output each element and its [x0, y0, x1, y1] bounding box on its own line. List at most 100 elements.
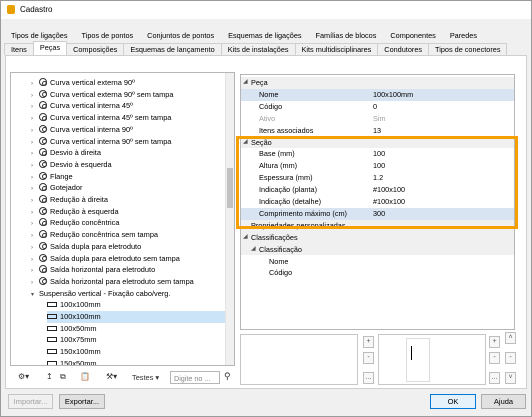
property-row[interactable]: Código	[241, 267, 514, 279]
property-key: Nome	[269, 256, 289, 266]
tree-item-label: Redução concêntrica	[50, 218, 120, 228]
tab-row-bottom: Itens Peças Composições Esquemas de lançame…	[4, 41, 508, 55]
tree-item[interactable]: › Saída horizontal para eletroduto sem ta…	[31, 276, 194, 288]
tree-item[interactable]: › Curva vertical interna 45º sem tampa	[31, 112, 171, 124]
add-button-left[interactable]: +	[363, 336, 374, 348]
tab-top-6[interactable]: Paredes	[443, 29, 484, 41]
section-classificacoes[interactable]: ◢ Classificações	[241, 231, 514, 244]
collapse-arrow-icon[interactable]: ◢	[251, 244, 256, 256]
tree-item[interactable]: › Flange	[31, 171, 73, 183]
scroll-up-button[interactable]: ˄	[505, 332, 516, 344]
property-value[interactable]: Sim	[373, 113, 386, 125]
more-button-right[interactable]: ...	[489, 372, 500, 384]
copy-icon[interactable]: ⧉	[60, 372, 66, 382]
tree-item[interactable]: 150x50mm	[47, 358, 97, 365]
property-value[interactable]: 100x100mm	[373, 89, 413, 101]
minus-button[interactable]: -	[505, 352, 516, 364]
expand-arrow-icon[interactable]: ▾	[31, 290, 39, 302]
tree-toolbar: ⚙▾ ↥ ⧉ 📋 ⚒▾ Testes ▾ Digite no ... ⚲	[10, 371, 238, 385]
tree-item-label: Redução concêntrica sem tampa	[50, 230, 159, 240]
tab-top-4[interactable]: Famílias de blocos	[309, 29, 384, 41]
tree-item[interactable]: › Curva vertical externa 90º	[31, 77, 135, 89]
property-value[interactable]: 13	[373, 125, 381, 137]
add-button-right[interactable]: +	[489, 336, 500, 348]
export-button[interactable]: Exportar...	[59, 394, 105, 409]
tab-bottom-4[interactable]: Kits de instalações	[220, 43, 296, 55]
scroll-down-button[interactable]: ˅	[505, 372, 516, 384]
profile-rect-icon	[47, 325, 57, 331]
tree-item[interactable]: 100x100mm	[47, 299, 101, 311]
tree-item[interactable]: › Redução à esquerda	[31, 206, 119, 218]
tests-dropdown[interactable]: Testes ▾	[132, 373, 159, 382]
tree-item[interactable]: › Desvio à direita	[31, 147, 101, 159]
property-key: Itens associados	[259, 125, 314, 135]
tree-item[interactable]: 100x100mm	[47, 311, 234, 323]
tree-item[interactable]: › Curva vertical interna 90º	[31, 124, 133, 136]
property-row[interactable]: Nome	[241, 256, 514, 268]
help-button[interactable]: Ajuda	[481, 394, 526, 409]
tree-item[interactable]: › Redução à direita	[31, 194, 108, 206]
property-row[interactable]: Ativo Sim	[241, 113, 514, 125]
tree-item-label: 100x50mm	[60, 323, 97, 333]
tab-bottom-3[interactable]: Esquemas de lançamento	[123, 43, 222, 55]
tab-bottom-1[interactable]: Peças	[32, 41, 68, 55]
tree-item[interactable]: 100x75mm	[47, 334, 97, 346]
collapse-arrow-icon[interactable]: ◢	[243, 232, 248, 244]
section-peca[interactable]: ◢ Peça	[241, 77, 514, 89]
property-value[interactable]: 0	[373, 101, 377, 113]
tab-top-2[interactable]: Conjuntos de pontos	[140, 29, 221, 41]
settings-icon[interactable]: ⚙▾	[18, 372, 29, 381]
tree-item[interactable]: › Redução concêntrica sem tampa	[31, 229, 158, 241]
tab-top-3[interactable]: Esquemas de ligações	[221, 29, 308, 41]
collapse-icon[interactable]: ↥	[46, 372, 53, 381]
tree-item[interactable]: ▾ Suspensão vertical - Fixação cabo/verg.	[31, 288, 170, 300]
tab-bottom-0[interactable]: Itens	[4, 43, 34, 55]
tree-item[interactable]: › Saída horizontal para eletroduto	[31, 264, 155, 276]
filter-input[interactable]: Digite no ...	[170, 371, 220, 384]
more-button-left[interactable]: ...	[363, 372, 374, 384]
property-row[interactable]: Nome 100x100mm	[241, 88, 514, 101]
section-label: Classificação	[259, 244, 302, 254]
tree-item[interactable]: › Curva vertical interna 90º sem tampa	[31, 136, 171, 148]
property-row[interactable]: Código 0	[241, 101, 514, 113]
part-icon	[39, 101, 47, 110]
tree-item[interactable]: › Redução concêntrica	[31, 217, 119, 229]
part-icon	[39, 183, 47, 192]
tab-top-0[interactable]: Tipos de ligações	[4, 29, 75, 41]
tab-bottom-7[interactable]: Tipos de conectores	[428, 43, 508, 55]
tab-top-1[interactable]: Tipos de pontos	[75, 29, 141, 41]
preview-canvas	[406, 338, 430, 382]
tab-bottom-6[interactable]: Condutores	[377, 43, 430, 55]
tree-item[interactable]: › Saída dupla para eletroduto	[31, 241, 141, 253]
collapse-arrow-icon[interactable]: ◢	[243, 77, 248, 89]
tree-item[interactable]: › Desvio à esquerda	[31, 159, 112, 171]
paste-icon[interactable]: 📋	[80, 372, 90, 381]
tree-item[interactable]: › Curva vertical externa 90º sem tampa	[31, 89, 173, 101]
tree-scrollbar-thumb[interactable]	[227, 168, 233, 208]
tree-item[interactable]: › Saída dupla para eletroduto sem tampa	[31, 253, 180, 265]
tree-scrollbar[interactable]	[225, 73, 234, 365]
profile-rect-icon	[47, 302, 57, 308]
tab-top-5[interactable]: Componentes	[383, 29, 442, 41]
tree-item-label: Curva vertical interna 90º sem tampa	[50, 136, 172, 146]
ok-button[interactable]: OK	[430, 394, 476, 409]
tab-bottom-2[interactable]: Composições	[66, 43, 125, 55]
part-icon	[39, 113, 47, 122]
profile-rect-icon	[47, 349, 57, 355]
tree-item[interactable]: › Gotejador	[31, 182, 82, 194]
remove-button-right[interactable]: -	[489, 352, 500, 364]
tree-item[interactable]: 100x50mm	[47, 323, 97, 335]
tree-item[interactable]: 150x100mm	[47, 346, 101, 358]
tools-icon[interactable]: ⚒▾	[106, 372, 117, 381]
section-classificacao[interactable]: ◢ Classificação	[241, 243, 514, 256]
search-icon[interactable]: ⚲	[224, 371, 231, 382]
remove-button-left[interactable]: -	[363, 352, 374, 364]
import-button[interactable]: Importar...	[8, 394, 53, 409]
tab-bottom-5[interactable]: Kits multidisciplinares	[294, 43, 379, 55]
property-row[interactable]: Itens associados 13	[241, 125, 514, 137]
tree-item-label: Curva vertical interna 90º	[50, 124, 133, 134]
parts-tree[interactable]: › Curva vertical externa 90º › Curva vertic…	[10, 72, 235, 366]
part-icon	[39, 253, 47, 262]
tree-item[interactable]: › Curva vertical interna 45º	[31, 100, 133, 112]
profile-rect-icon	[47, 337, 57, 343]
